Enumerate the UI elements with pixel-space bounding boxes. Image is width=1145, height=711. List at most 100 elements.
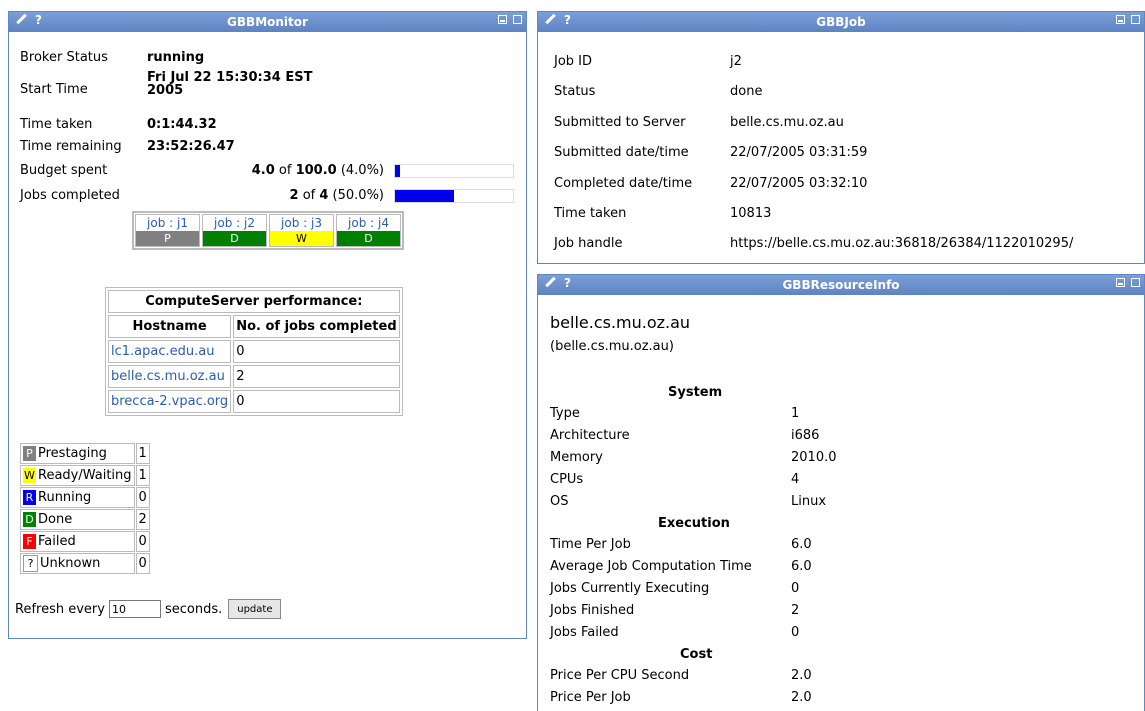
legend-count: 0 — [135, 531, 150, 552]
jobs-completed-label: Jobs completed — [20, 188, 120, 203]
perf-table-title: ComputeServer performance: — [108, 290, 400, 313]
legend-count: 1 — [135, 443, 150, 464]
host-link[interactable]: lc1.apac.edu.au — [108, 340, 232, 363]
job-title: GBBJob — [816, 15, 866, 29]
gbb-resource-info-portlet: ? GBBResourceInfo belle.cs.mu.oz.au (bel… — [537, 274, 1145, 711]
help-icon[interactable]: ? — [564, 276, 571, 290]
job-status-badge: D — [337, 231, 400, 246]
table-row: belle.cs.mu.oz.au 2 — [108, 365, 400, 388]
job-link[interactable]: job : j1 — [136, 215, 199, 231]
pencil-icon[interactable] — [544, 14, 556, 26]
resource-label: Jobs Failed — [550, 625, 619, 640]
legend-name: Failed — [38, 534, 76, 549]
job-detail-label: Time taken — [554, 206, 627, 221]
job-detail-label: Submitted date/time — [554, 145, 689, 160]
host-jobs-count: 0 — [233, 340, 400, 363]
system-heading: System — [668, 385, 723, 400]
legend-name: Prestaging — [38, 446, 107, 461]
job-detail-value: belle.cs.mu.oz.au — [730, 115, 844, 130]
resource-row: Type 1 — [550, 406, 799, 421]
minimize-icon[interactable] — [1116, 278, 1125, 287]
resource-value: 2.0 — [791, 690, 812, 705]
start-time-label: Start Time — [20, 82, 88, 97]
legend-code-badge: W — [23, 468, 36, 483]
job-cell[interactable]: job : j4 D — [336, 214, 401, 247]
resource-label: Price Per CPU Second — [550, 668, 690, 683]
resource-label: Time Per Job — [550, 537, 631, 552]
table-row: lc1.apac.edu.au 0 — [108, 340, 400, 363]
job-link[interactable]: job : j2 — [203, 215, 266, 231]
job-link[interactable]: job : j3 — [270, 215, 333, 231]
job-detail-value: 22/07/2005 03:31:59 — [730, 145, 868, 160]
minimize-icon[interactable] — [498, 15, 507, 24]
legend-name: Ready/Waiting — [38, 468, 132, 483]
job-link[interactable]: job : j4 — [337, 215, 400, 231]
legend-code-badge: R — [23, 490, 36, 505]
resource-row: Architecture i686 — [550, 428, 819, 443]
legend-row: ? Unknown 0 — [20, 553, 150, 574]
resource-row: OS Linux — [550, 494, 826, 509]
jobs-total: 4 — [319, 188, 329, 203]
resource-label: Price Per Job — [550, 690, 631, 705]
resource-label: OS — [550, 494, 569, 509]
job-detail-label: Job ID — [554, 54, 593, 69]
job-handle-value: https://belle.cs.mu.oz.au:36818/26384/11… — [730, 236, 1074, 251]
host-link[interactable]: belle.cs.mu.oz.au — [108, 365, 232, 388]
execution-heading: Execution — [658, 516, 730, 531]
job-cell[interactable]: job : j3 W — [269, 214, 334, 247]
status-legend-table: P Prestaging 1 W Ready/Waiting 1 R Running … — [19, 442, 151, 575]
budget-value: 4.0 of 100.0 (4.0%) — [252, 163, 384, 178]
refresh-unit: seconds. — [164, 601, 223, 617]
budget-of: of — [278, 163, 292, 178]
maximize-icon[interactable] — [513, 15, 522, 24]
resource-row: Jobs Failed 0 — [550, 625, 799, 640]
time-taken-label: Time taken — [20, 117, 93, 132]
job-cell[interactable]: job : j1 P — [135, 214, 200, 247]
legend-name: Running — [38, 490, 92, 505]
refresh-form: Refresh every seconds. update — [15, 599, 282, 619]
job-cell[interactable]: job : j2 D — [202, 214, 267, 247]
maximize-icon[interactable] — [1131, 278, 1140, 287]
legend-row: F Failed 0 — [20, 531, 150, 552]
resource-value: 6.0 — [791, 559, 812, 574]
resource-value: 2 — [791, 603, 800, 618]
minimize-icon[interactable] — [1116, 15, 1125, 24]
budget-total: 100.0 — [295, 163, 337, 178]
jobs-done: 2 — [289, 188, 299, 203]
resource-label: Memory — [550, 450, 603, 465]
job-status-badge: P — [136, 231, 199, 246]
resource-row: Jobs Finished 2 — [550, 603, 799, 618]
budget-progress-fill — [395, 165, 400, 177]
help-icon[interactable]: ? — [564, 13, 571, 27]
budget-progress-bar — [394, 164, 514, 178]
resource-row: CPUs 4 — [550, 472, 799, 487]
pencil-icon[interactable] — [544, 277, 556, 289]
col-jobs-completed: No. of jobs completed — [233, 315, 400, 338]
resource-row: Memory 2010.0 — [550, 450, 837, 465]
legend-row: D Done 2 — [20, 509, 150, 530]
host-link[interactable]: brecca-2.vpac.org — [108, 390, 232, 413]
resource-label: Type — [550, 406, 580, 421]
resource-row: Jobs Currently Executing 0 — [550, 581, 799, 596]
resource-hostname-sub: (belle.cs.mu.oz.au) — [550, 339, 674, 354]
job-status-grid: job : j1 P job : j2 D job : j3 W job : j… — [132, 211, 404, 250]
col-hostname: Hostname — [108, 315, 232, 338]
help-icon[interactable]: ? — [35, 13, 42, 27]
legend-code-badge: P — [23, 446, 36, 461]
resource-value: 2010.0 — [791, 450, 837, 465]
update-button[interactable]: update — [228, 599, 282, 619]
jobs-completed-value: 2 of 4 (50.0%) — [290, 188, 385, 203]
compute-server-performance-table: ComputeServer performance: Hostname No. … — [105, 287, 403, 416]
resource-row: Time Per Job 6.0 — [550, 537, 812, 552]
time-remaining-value: 23:52:26.47 — [147, 139, 235, 154]
refresh-interval-input[interactable] — [108, 600, 161, 618]
job-detail-label: Job handle — [554, 236, 623, 251]
job-status-badge: W — [270, 231, 333, 246]
legend-count: 0 — [135, 553, 150, 574]
resource-title: GBBResourceInfo — [782, 278, 900, 292]
job-detail-value: j2 — [730, 54, 742, 69]
resource-row: Price Per Job 2.0 — [550, 690, 812, 705]
legend-count: 0 — [135, 487, 150, 508]
maximize-icon[interactable] — [1131, 15, 1140, 24]
pencil-icon[interactable] — [15, 14, 27, 26]
